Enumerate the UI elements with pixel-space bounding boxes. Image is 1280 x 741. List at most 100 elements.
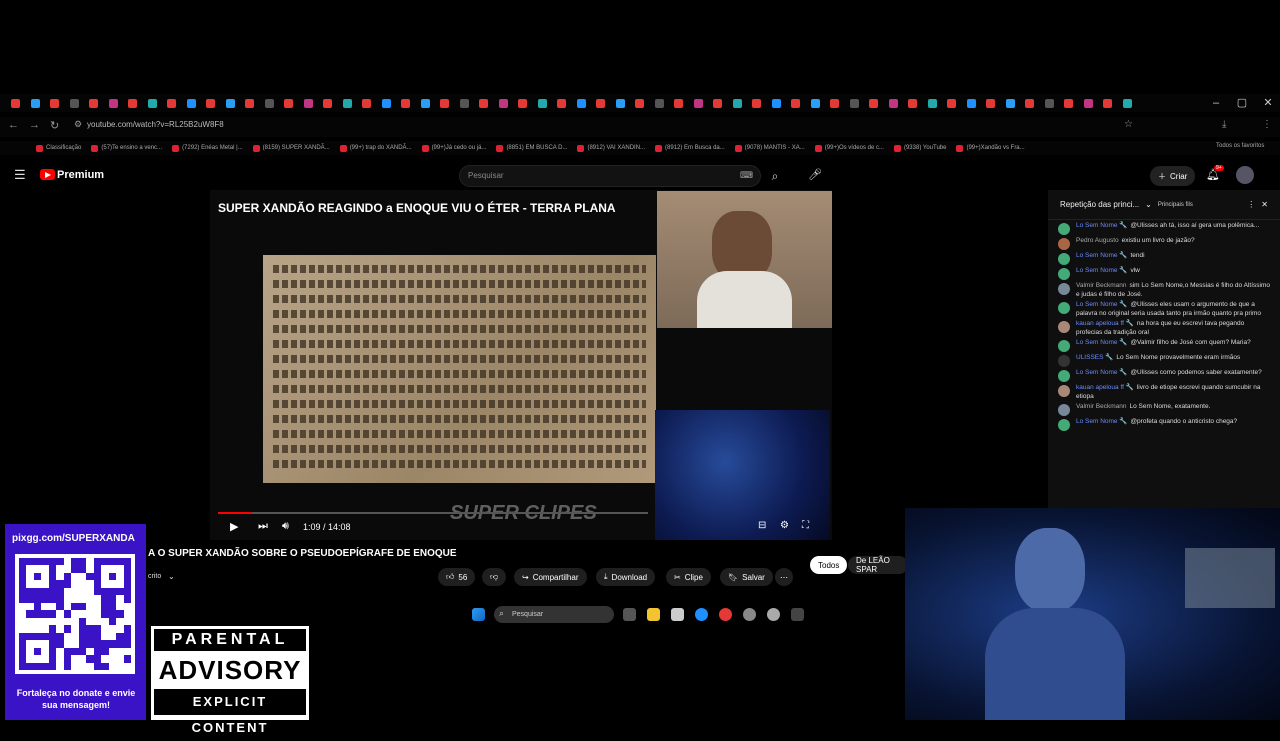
- bookmark-item[interactable]: (8912) Em Busca da...: [655, 144, 725, 152]
- browser-tab[interactable]: [494, 94, 514, 112]
- browser-tab[interactable]: [143, 94, 163, 112]
- browser-tab[interactable]: [981, 94, 1001, 112]
- browser-tab[interactable]: [1040, 94, 1060, 112]
- task-view-icon[interactable]: [623, 608, 636, 621]
- bookmark-star-icon[interactable]: ☆: [1124, 119, 1133, 130]
- browser-tab[interactable]: [845, 94, 865, 112]
- chat-author[interactable]: kauan apeloua ff 🔧: [1076, 384, 1134, 391]
- browser-tab[interactable]: [533, 94, 553, 112]
- bookmark-item[interactable]: Classificação: [36, 144, 81, 152]
- subscribe-button[interactable]: crito: [148, 573, 161, 580]
- windows-start-icon[interactable]: [472, 608, 485, 621]
- chat-author[interactable]: Lo Sem Nome 🔧: [1076, 418, 1127, 425]
- browser-tab[interactable]: [299, 94, 319, 112]
- browser-tab[interactable]: [669, 94, 689, 112]
- avatar[interactable]: [1058, 419, 1070, 431]
- browser-tab[interactable]: [84, 94, 104, 112]
- browser-tab[interactable]: [45, 94, 65, 112]
- chevron-down-icon[interactable]: ⌄: [1145, 200, 1152, 209]
- url-field[interactable]: youtube.com/watch?v=RL25B2uW8F8: [87, 120, 224, 129]
- progress-bar[interactable]: [218, 512, 648, 514]
- browser-tab[interactable]: [884, 94, 904, 112]
- browser-tab[interactable]: [552, 94, 572, 112]
- browser-tab[interactable]: [689, 94, 709, 112]
- maximize-icon[interactable]: ▢: [1229, 94, 1255, 112]
- search-input[interactable]: Pesquisar ⌨: [459, 165, 761, 187]
- chat-author[interactable]: Lo Sem Nome 🔧: [1076, 339, 1127, 346]
- chat-author[interactable]: Valmir Beckmann: [1076, 403, 1126, 410]
- avatar[interactable]: [1058, 253, 1070, 265]
- browser-tab[interactable]: [455, 94, 475, 112]
- browser-tab[interactable]: [435, 94, 455, 112]
- bookmark-item[interactable]: (57)Te ensino a venc...: [91, 144, 162, 152]
- search-button[interactable]: ⌕: [762, 165, 788, 187]
- edge-icon[interactable]: [695, 608, 708, 621]
- browser-tab[interactable]: [786, 94, 806, 112]
- chip-all[interactable]: Todos: [810, 556, 848, 574]
- youtube-logo-icon[interactable]: [40, 169, 55, 180]
- avatar[interactable]: [1058, 340, 1070, 352]
- browser-tab[interactable]: [260, 94, 280, 112]
- app-icon[interactable]: [791, 608, 804, 621]
- bookmark-item[interactable]: (8851) EM BUSCA D...: [496, 144, 567, 152]
- browser-tab[interactable]: [611, 94, 631, 112]
- menu-dots-icon[interactable]: ⋮: [1262, 119, 1272, 130]
- reload-icon[interactable]: ↻: [50, 119, 59, 132]
- volume-icon[interactable]: 🔊︎: [282, 520, 289, 533]
- avatar[interactable]: [1058, 238, 1070, 250]
- back-icon[interactable]: ←: [8, 119, 19, 131]
- browser-tab[interactable]: [65, 94, 85, 112]
- bookmark-item[interactable]: (9078) MANTIS - XA...: [734, 144, 805, 152]
- play-icon[interactable]: ▶: [230, 520, 238, 533]
- bookmark-item[interactable]: (99+)Já cedo ou já...: [421, 144, 486, 152]
- browser-tab[interactable]: [903, 94, 923, 112]
- bookmark-item[interactable]: (8912) VAI XANDIN...: [577, 144, 645, 152]
- download-icon[interactable]: ⤓: [1222, 119, 1226, 130]
- file-explorer-icon[interactable]: [647, 608, 660, 621]
- save-button[interactable]: 🔖︎ Salvar: [720, 568, 773, 586]
- dislike-button[interactable]: 👎︎: [482, 568, 507, 586]
- browser-tab[interactable]: [864, 94, 884, 112]
- browser-tab[interactable]: [942, 94, 962, 112]
- avatar[interactable]: [1058, 355, 1070, 367]
- site-info-icon[interactable]: ⚙: [74, 119, 82, 130]
- browser-tab[interactable]: [591, 94, 611, 112]
- browser-tab[interactable]: [962, 94, 982, 112]
- chat-author[interactable]: kauan apeloua ff 🔧: [1076, 320, 1134, 327]
- avatar[interactable]: [1058, 385, 1070, 397]
- app-icon[interactable]: [743, 608, 756, 621]
- forward-icon[interactable]: →: [29, 119, 40, 131]
- browser-tab[interactable]: [825, 94, 845, 112]
- bookmark-item[interactable]: (99+)Os vídeos de c...: [814, 144, 884, 152]
- keyboard-icon[interactable]: ⌨: [740, 170, 753, 181]
- browser-tab[interactable]: [279, 94, 299, 112]
- store-icon[interactable]: [671, 608, 684, 621]
- premium-label[interactable]: Premium: [57, 169, 104, 181]
- chat-author[interactable]: Valmir Beckmann: [1076, 282, 1126, 289]
- minimize-icon[interactable]: –: [1203, 94, 1229, 112]
- create-button[interactable]: ＋ Criar: [1150, 166, 1196, 186]
- browser-tab[interactable]: [104, 94, 124, 112]
- chrome-icon[interactable]: [719, 608, 732, 621]
- clip-button[interactable]: ✂ Clipe: [666, 568, 711, 586]
- microphone-icon[interactable]: 🎤︎: [808, 168, 822, 181]
- like-button[interactable]: 👍︎ 56: [438, 568, 476, 586]
- browser-tab[interactable]: [416, 94, 436, 112]
- more-icon[interactable]: ⋮: [1247, 200, 1255, 209]
- chat-author[interactable]: Lo Sem Nome 🔧: [1076, 301, 1127, 308]
- browser-tab[interactable]: [1020, 94, 1040, 112]
- browser-tab[interactable]: [377, 94, 397, 112]
- chevron-down-icon[interactable]: ⌄: [168, 572, 175, 581]
- browser-tab[interactable]: [728, 94, 748, 112]
- chip-channel[interactable]: De LEÃO SPAR: [848, 556, 908, 574]
- browser-tab[interactable]: [26, 94, 46, 112]
- browser-tab[interactable]: [201, 94, 221, 112]
- bookmark-item[interactable]: (99+) trap do XANDÃ...: [339, 144, 412, 152]
- browser-tab[interactable]: [513, 94, 533, 112]
- chat-author[interactable]: Lo Sem Nome 🔧: [1076, 267, 1127, 274]
- browser-tab[interactable]: [182, 94, 202, 112]
- browser-tab[interactable]: [357, 94, 377, 112]
- browser-tab[interactable]: [1059, 94, 1079, 112]
- bookmark-item[interactable]: (8159) SUPER XANDÃ...: [252, 144, 330, 152]
- browser-tab[interactable]: [396, 94, 416, 112]
